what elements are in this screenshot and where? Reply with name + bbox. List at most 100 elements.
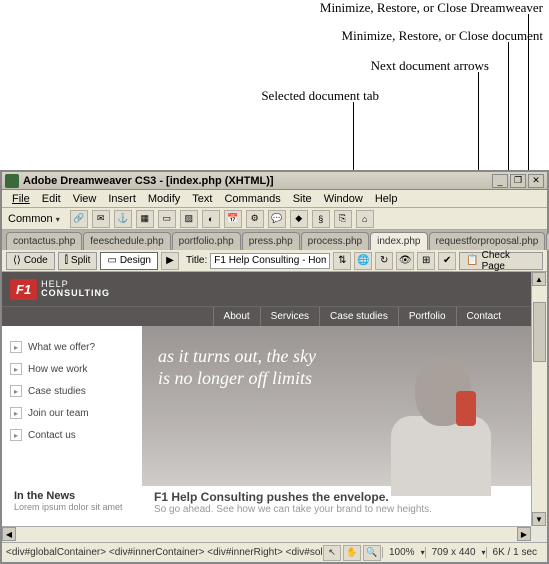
scroll-left-icon[interactable]: ◀ [2,527,16,541]
tab-process[interactable]: process.php [301,232,369,250]
logo-badge: F1 [10,279,37,300]
live-view-icon[interactable]: ▶ [161,252,179,270]
app-restore-button[interactable]: ❐ [510,174,526,188]
vertical-scrollbar[interactable]: ▲ ▼ [531,272,547,526]
arrow-icon: ▸ [10,385,22,397]
annotation-selected-tab: Selected document tab [261,88,379,104]
document-canvas: F1 HELP CONSULTING About Services Case s… [2,272,547,542]
validate-icon[interactable]: ✔ [438,252,456,270]
nav-services[interactable]: Services [260,307,319,326]
page-sidebar: ▸What we offer? ▸How we work ▸Case studi… [2,326,142,486]
scroll-right-icon[interactable]: ▶ [517,527,531,541]
select-tool-icon[interactable]: ↖ [323,545,341,561]
zoom-tool-icon[interactable]: 🔍 [363,545,381,561]
download-size-time: 6K / 1 sec [486,547,543,558]
tag-selector[interactable]: <div#globalContainer> <div#innerContaine… [6,547,322,558]
arrow-icon: ▸ [10,407,22,419]
insert-head-icon[interactable]: ◆ [290,210,308,228]
tab-index[interactable]: index.php [370,232,427,250]
insert-media-icon[interactable]: ◐ [202,210,220,228]
insert-email-icon[interactable]: ✉ [92,210,110,228]
insert-script-icon[interactable]: § [312,210,330,228]
annotation-app-controls: Minimize, Restore, or Close Dreamweaver [320,0,543,16]
app-close-button[interactable]: ✕ [528,174,544,188]
insert-toolbar: Common ▾ 🔗 ✉ ⚓ ▦ ▭ ▨ ◐ 📅 ⚙ 💬 ◆ § ⎘ ⌂ [2,208,547,230]
refresh-icon[interactable]: ↻ [375,252,393,270]
tab-feeschedule[interactable]: feeschedule.php [83,232,170,250]
window-dimensions[interactable]: 709 x 440 [425,547,482,558]
code-view-button[interactable]: ⟨⟩Code [6,252,55,270]
insert-image-icon[interactable]: ▨ [180,210,198,228]
check-icon: 📋 [466,255,478,266]
scroll-thumb[interactable] [533,302,546,362]
scroll-down-icon[interactable]: ▼ [532,512,546,526]
news-heading: In the News [14,490,130,502]
insert-tag-icon[interactable]: ⌂ [356,210,374,228]
scroll-up-icon[interactable]: ▲ [532,272,546,286]
hand-tool-icon[interactable]: ✋ [343,545,361,561]
menu-edit[interactable]: Edit [36,191,67,207]
insert-anchor-icon[interactable]: ⚓ [114,210,132,228]
check-page-button[interactable]: 📋Check Page [459,252,543,270]
titlebar: Adobe Dreamweaver CS3 - [index.php (XHTM… [2,172,547,190]
nav-bar: About Services Case studies Portfolio Co… [2,306,531,326]
titlebar-text: Adobe Dreamweaver CS3 - [index.php (XHTM… [23,175,492,187]
view-options-icon[interactable]: 👁 [396,252,414,270]
app-minimize-button[interactable]: _ [492,174,508,188]
menu-window[interactable]: Window [318,191,369,207]
nav-portfolio[interactable]: Portfolio [398,307,456,326]
insert-date-icon[interactable]: 📅 [224,210,242,228]
split-view-button[interactable]: ⫿Split [58,252,98,270]
menu-commands[interactable]: Commands [218,191,286,207]
app-icon [5,174,19,188]
sidebar-what-we-offer[interactable]: ▸What we offer? [10,336,134,358]
document-tab-bar: contactus.php feeschedule.php portfolio.… [2,230,547,250]
nav-about[interactable]: About [213,307,260,326]
insert-category-label[interactable]: Common ▾ [8,213,60,225]
design-view-button[interactable]: ▭Design [100,252,158,270]
code-icon: ⟨⟩ [13,255,21,266]
file-mgmt-icon[interactable]: ⇅ [333,252,351,270]
title-input[interactable] [210,253,330,269]
insert-div-icon[interactable]: ▭ [158,210,176,228]
insert-comment-icon[interactable]: 💬 [268,210,286,228]
arrow-icon: ▸ [10,363,22,375]
tab-contactus[interactable]: contactus.php [6,232,82,250]
tab-portfolio[interactable]: portfolio.php [172,232,241,250]
menu-insert[interactable]: Insert [102,191,142,207]
title-label: Title: [186,255,207,266]
sidebar-case-studies[interactable]: ▸Case studies [10,380,134,402]
nav-case-studies[interactable]: Case studies [319,307,398,326]
app-window: Adobe Dreamweaver CS3 - [index.php (XHTM… [0,170,549,564]
design-icon: ▭ [107,255,116,266]
menu-modify[interactable]: Modify [142,191,186,207]
sidebar-how-we-work[interactable]: ▸How we work [10,358,134,380]
news-section: In the News Lorem ipsum dolor sit amet [2,486,142,519]
menu-text[interactable]: Text [186,191,218,207]
logo: F1 HELP CONSULTING [10,279,110,300]
zoom-level[interactable]: 100% [382,547,421,558]
insert-hyperlink-icon[interactable]: 🔗 [70,210,88,228]
menubar: File Edit View Insert Modify Text Comman… [2,190,547,208]
annotation-doc-controls: Minimize, Restore, or Close document [342,28,543,44]
menu-file[interactable]: File [6,191,36,207]
horizontal-scrollbar[interactable]: ◀ ▶ [2,526,531,542]
nav-contact[interactable]: Contact [456,307,511,326]
menu-view[interactable]: View [67,191,103,207]
insert-templates-icon[interactable]: ⎘ [334,210,352,228]
tab-press[interactable]: press.php [242,232,300,250]
insert-table-icon[interactable]: ▦ [136,210,154,228]
hero-text: as it turns out, the sky is no longer of… [158,346,338,389]
preview-icon[interactable]: 🌐 [354,252,372,270]
menu-site[interactable]: Site [287,191,318,207]
menu-help[interactable]: Help [369,191,404,207]
insert-server-icon[interactable]: ⚙ [246,210,264,228]
tab-requestforproposal[interactable]: requestforproposal.php [429,232,546,250]
page-header: F1 HELP CONSULTING [2,272,531,306]
sidebar-contact-us[interactable]: ▸Contact us [10,424,134,446]
document-toolbar: ⟨⟩Code ⫿Split ▭Design ▶ Title: ⇅ 🌐 ↻ 👁 ⊞… [2,250,547,272]
hero-image [371,336,521,486]
sidebar-join-our-team[interactable]: ▸Join our team [10,402,134,424]
visual-aids-icon[interactable]: ⊞ [417,252,435,270]
status-bar: <div#globalContainer> <div#innerContaine… [2,542,547,562]
